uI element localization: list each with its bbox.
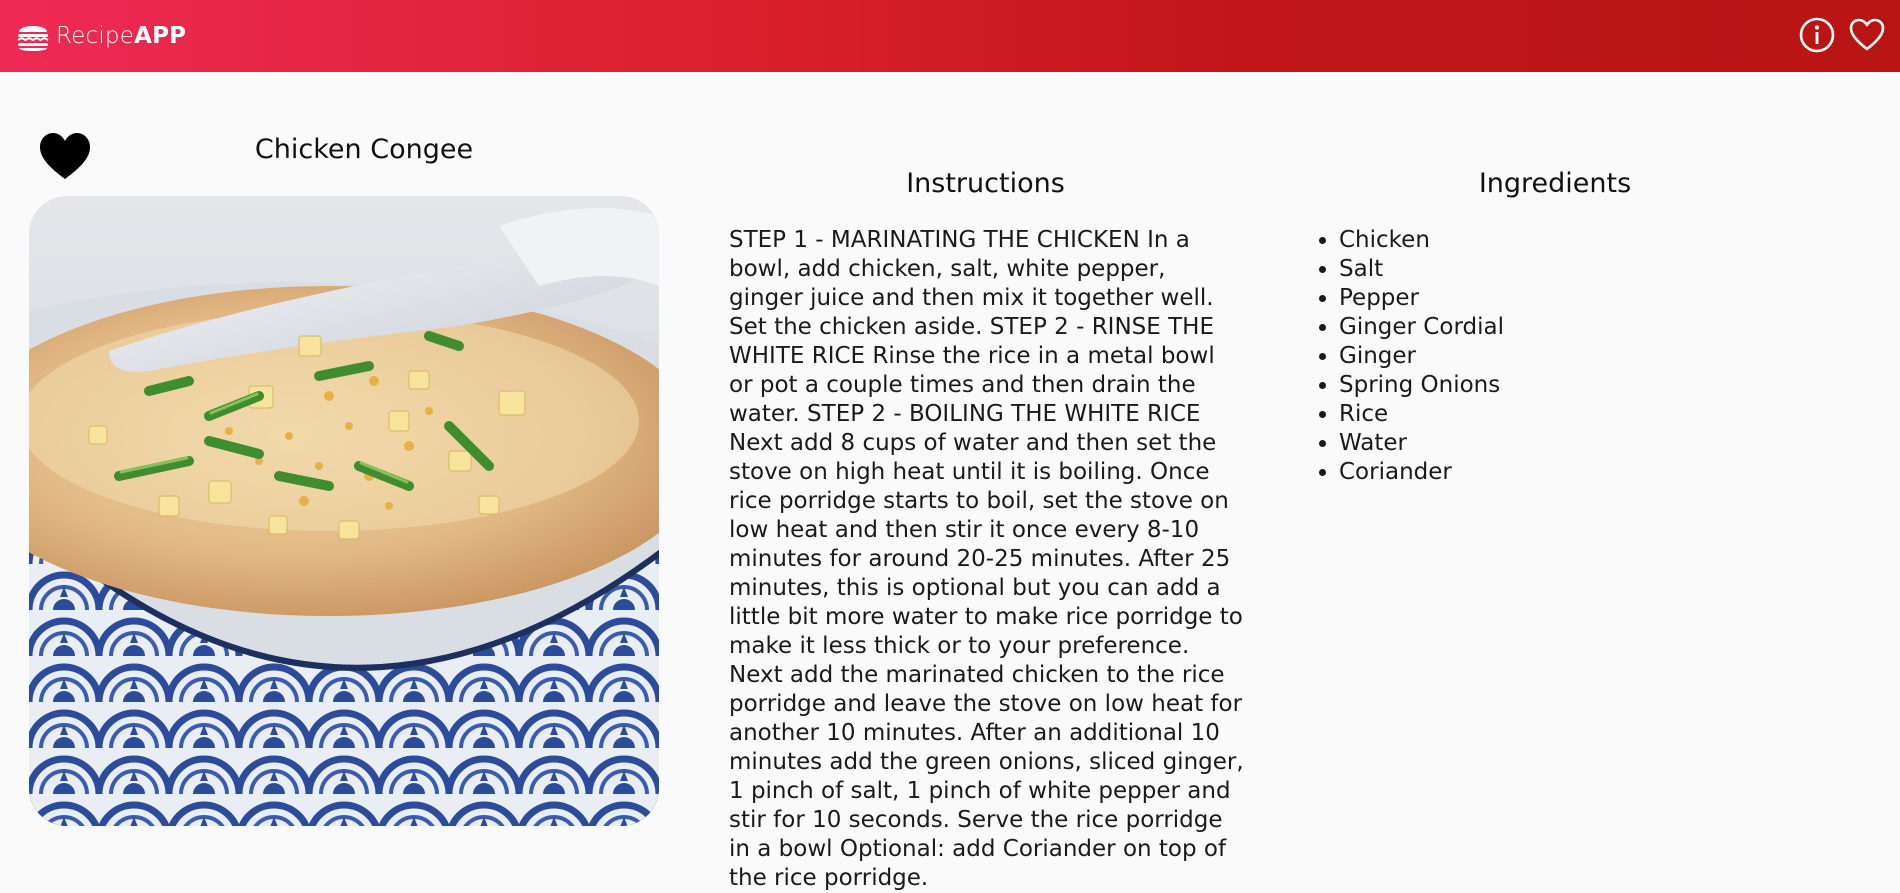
- brand-logo[interactable]: RecipeAPP: [14, 17, 186, 55]
- heart-filled-icon[interactable]: [38, 131, 92, 181]
- instructions-heading: Instructions: [906, 168, 1065, 199]
- ingredient-item: Rice: [1339, 400, 1739, 429]
- favorites-heart-icon[interactable]: [1848, 16, 1886, 54]
- ingredient-item: Spring Onions: [1339, 371, 1739, 400]
- recipe-photo: [29, 196, 659, 826]
- ingredient-item: Water: [1339, 429, 1739, 458]
- ingredients-list: Chicken Salt Pepper Ginger Cordial Ginge…: [1339, 226, 1739, 487]
- ingredient-item: Chicken: [1339, 226, 1739, 255]
- app-header: RecipeAPP: [0, 0, 1900, 72]
- ingredient-item: Ginger: [1339, 342, 1739, 371]
- recipe-title: Chicken Congee: [254, 134, 474, 165]
- ingredients-heading: Ingredients: [1478, 168, 1632, 199]
- ingredient-item: Pepper: [1339, 284, 1739, 313]
- ingredient-item: Salt: [1339, 255, 1739, 284]
- info-icon[interactable]: [1798, 16, 1836, 54]
- instructions-text: STEP 1 - MARINATING THE CHICKEN In a bow…: [729, 227, 1244, 891]
- congee-bowl-photo: [29, 196, 659, 826]
- brand-name: RecipeAPP: [56, 23, 187, 49]
- burger-icon: [17, 26, 49, 51]
- ingredient-item: Coriander: [1339, 458, 1739, 487]
- ingredient-item: Ginger Cordial: [1339, 313, 1739, 342]
